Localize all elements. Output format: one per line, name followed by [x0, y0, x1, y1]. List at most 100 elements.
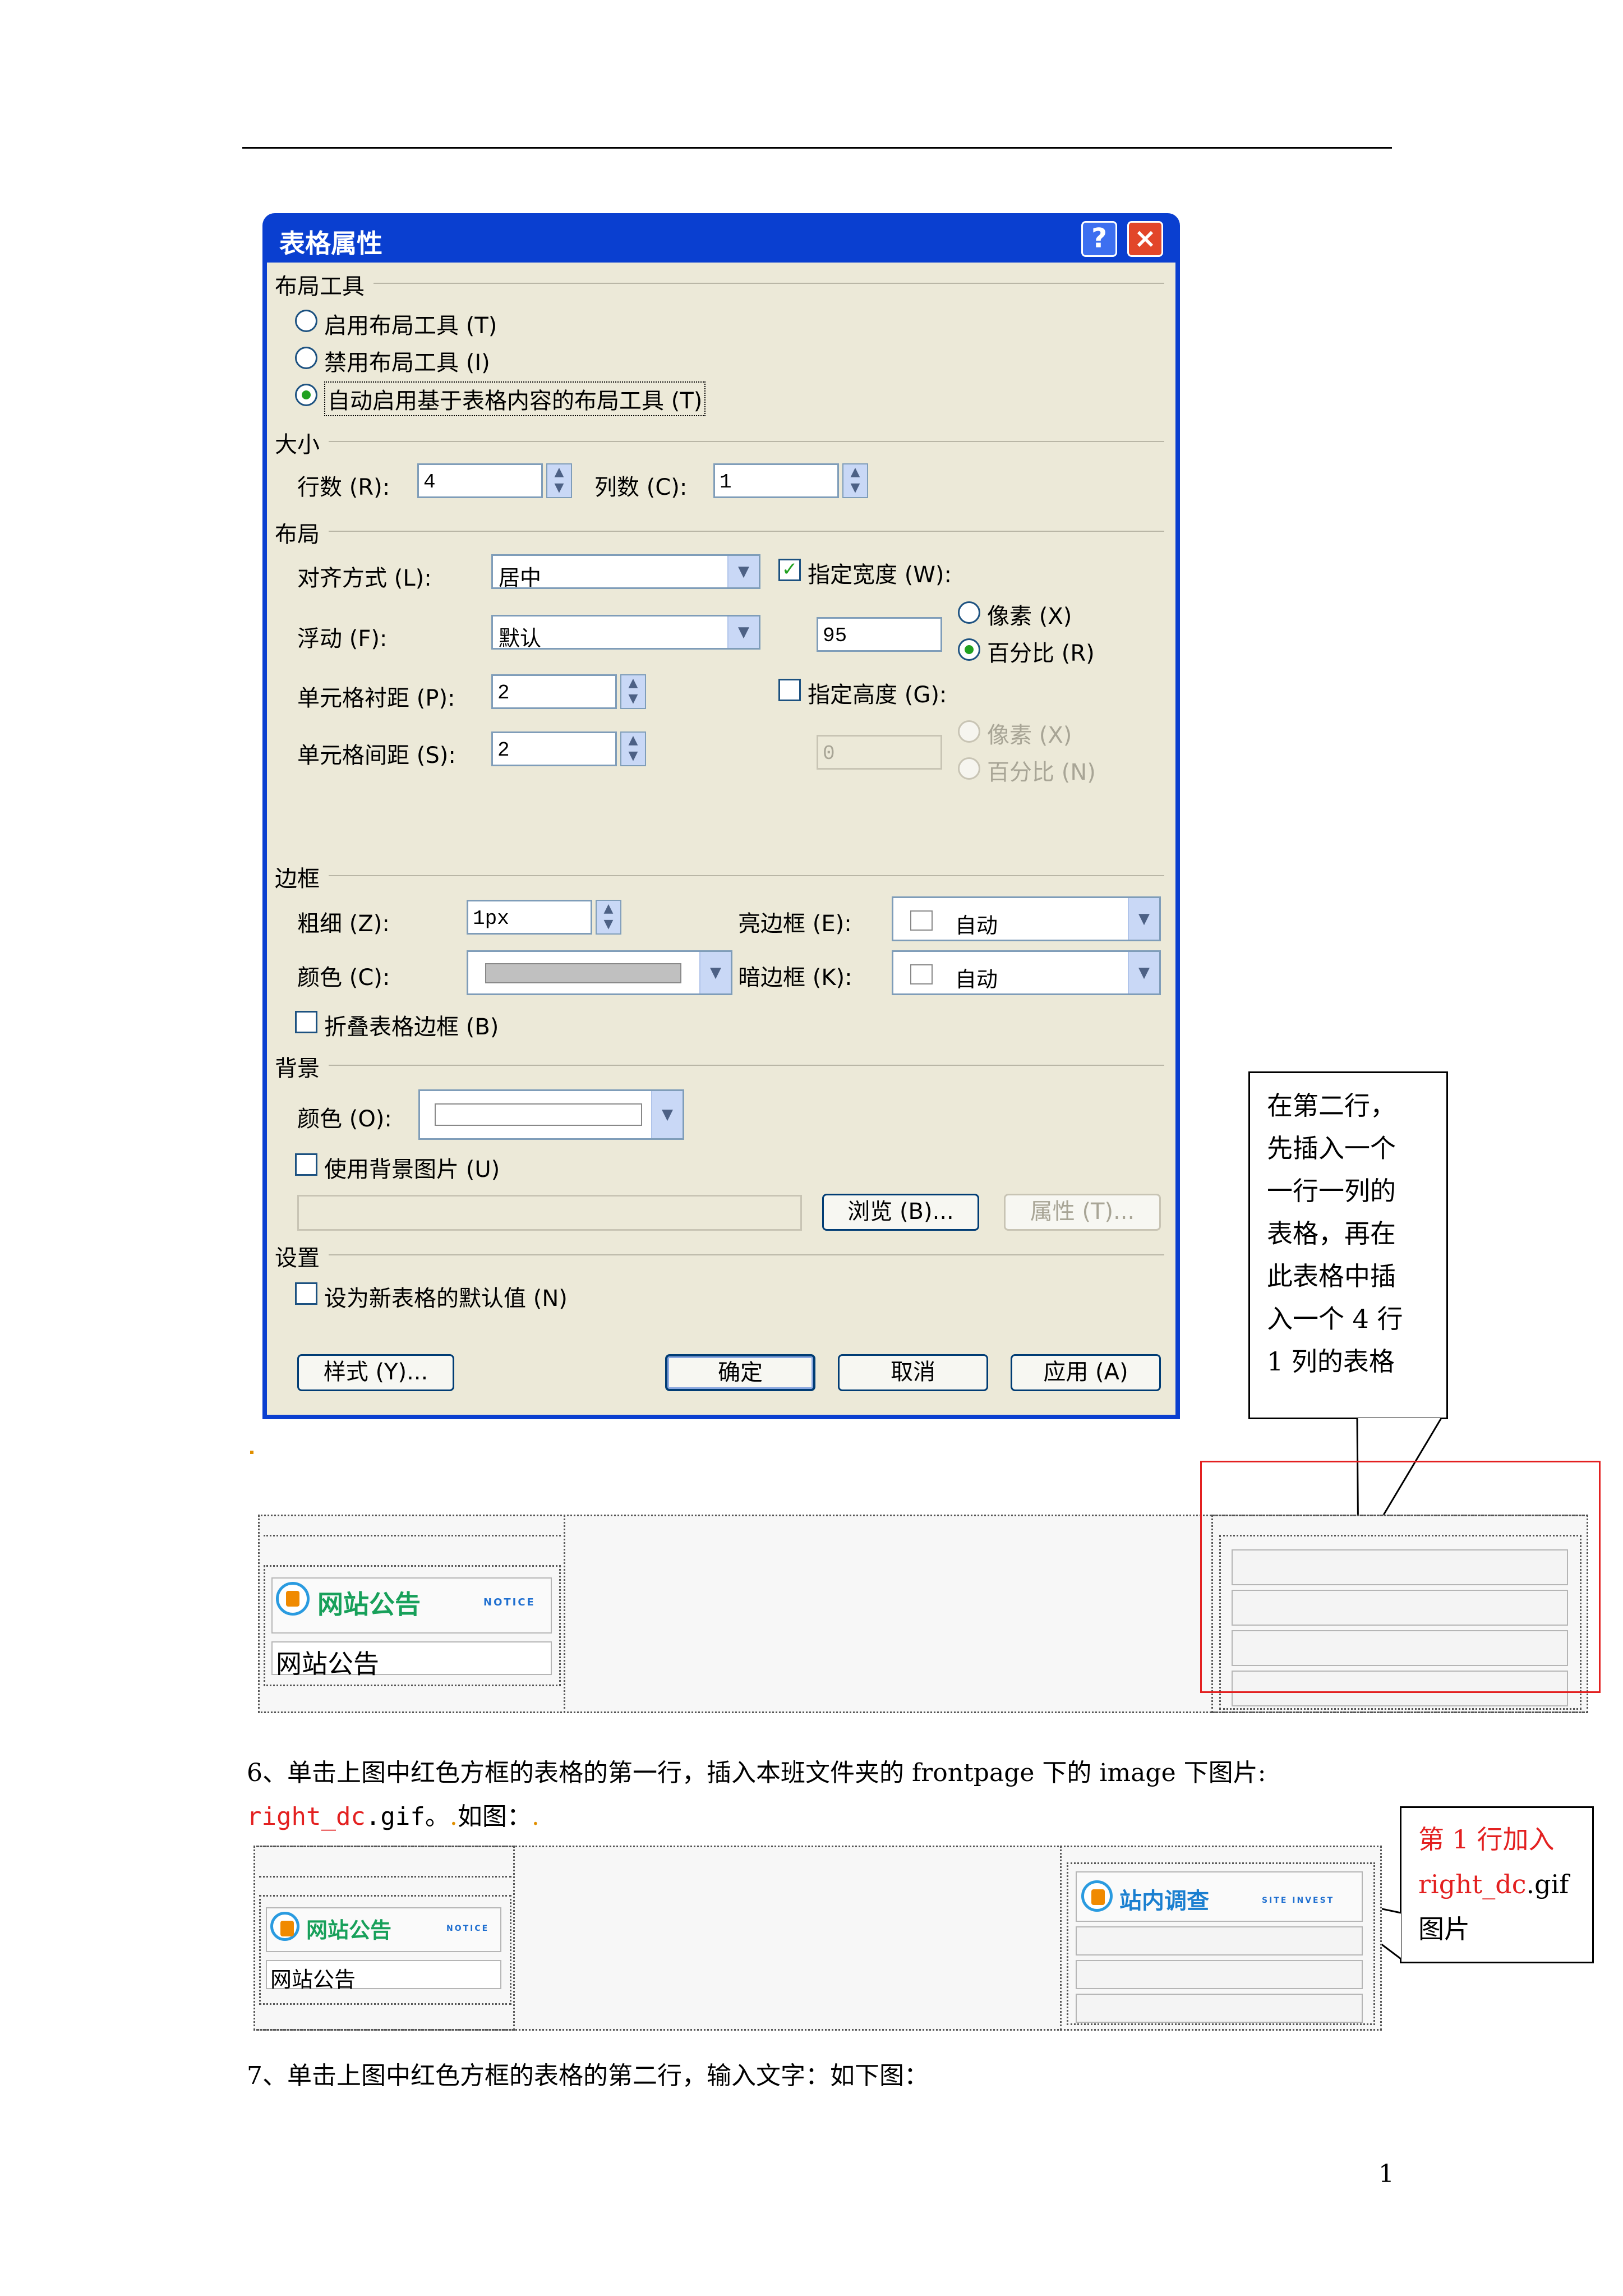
divider: [374, 283, 1164, 284]
radio-auto-layout[interactable]: [295, 384, 317, 406]
bg-color-select[interactable]: ▼: [418, 1089, 684, 1140]
close-button[interactable]: ×: [1127, 221, 1163, 257]
light-border-select[interactable]: 自动 ▼: [892, 896, 1161, 941]
height-unit-percent-radio: [958, 757, 980, 780]
cancel-button[interactable]: 取消: [838, 1354, 988, 1391]
section-layout-tools: 布局工具: [275, 274, 365, 300]
float-select[interactable]: 默认 ▼: [491, 615, 760, 651]
callout-line: 1 列的表格: [1267, 1346, 1395, 1377]
survey-banner: 站内调查 SITE INVEST: [1076, 1871, 1363, 1922]
cols-input[interactable]: 1: [713, 463, 839, 498]
divider: [329, 531, 1164, 532]
callout2-line1: 第 1 行加入: [1418, 1824, 1555, 1855]
nested2-row-4: [1076, 1994, 1363, 2023]
spacing-label: 单元格间距 (S):: [297, 743, 456, 769]
notice-banner-2-small: NOTICE: [446, 1924, 490, 1933]
rows-spinner[interactable]: ▲ ▼: [546, 463, 572, 498]
section-size: 大小: [275, 432, 320, 458]
notice-banner: 网站公告 NOTICE: [271, 1577, 552, 1634]
help-button[interactable]: ?: [1081, 221, 1117, 257]
divider: [329, 441, 1164, 442]
border-color-select[interactable]: ▼: [467, 950, 732, 995]
callout-line: 先插入一个: [1267, 1133, 1396, 1163]
border-size-input[interactable]: 1px: [467, 900, 592, 935]
dark-border-value: 自动: [955, 967, 998, 992]
dialog-titlebar: 表格属性 ? ×: [267, 213, 1175, 263]
radio-auto-layout-label: 自动启用基于表格内容的布局工具 (T): [324, 381, 706, 416]
callout2-line3: 图片: [1418, 1914, 1470, 1944]
notice-cell-2: 网站公告: [266, 1960, 501, 1992]
radio-enable-layout-label: 启用布局工具 (T): [324, 313, 497, 339]
align-value: 居中: [499, 565, 542, 590]
callout-line: 在第二行，: [1267, 1091, 1396, 1121]
height-input: 0: [817, 735, 942, 770]
nested2-row-3: [1076, 1960, 1363, 1989]
light-border-label: 亮边框 (E):: [738, 911, 852, 937]
border-color-label: 颜色 (C):: [297, 965, 390, 991]
callout2-filename: right_dc: [1418, 1869, 1527, 1899]
notice-banner-small: NOTICE: [483, 1596, 536, 1608]
width-check-label: 指定宽度 (W):: [808, 562, 952, 588]
browse-button[interactable]: 浏览 (B)...: [822, 1194, 979, 1231]
page-number: 1: [1378, 2160, 1394, 2188]
border-size-spinner[interactable]: ▲ ▼: [596, 900, 621, 935]
collapse-border-checkbox[interactable]: ✓: [295, 1011, 317, 1033]
spacing-input[interactable]: 2: [491, 731, 617, 766]
cols-label: 列数 (C):: [594, 475, 688, 500]
width-input[interactable]: 95: [817, 617, 942, 652]
radio-enable-layout[interactable]: [295, 310, 317, 332]
cols-spinner[interactable]: ▲ ▼: [842, 463, 868, 498]
width-unit-percent-radio[interactable]: [958, 638, 980, 661]
nested2-row-2: [1076, 1926, 1363, 1955]
rows-input[interactable]: 4: [417, 463, 543, 498]
table-properties-dialog: 表格属性 ? × 布局工具 启用布局工具 (T) 禁用布局工具 (I) 自动启用…: [262, 213, 1180, 1419]
color-swatch: [435, 1103, 642, 1126]
apply-button[interactable]: 应用 (A): [1011, 1354, 1161, 1391]
divider: [329, 1065, 1164, 1066]
notice-banner-2-title: 网站公告: [306, 1918, 392, 1943]
width-unit-percent-label: 百分比 (R): [987, 641, 1095, 666]
dark-border-select[interactable]: 自动 ▼: [892, 950, 1161, 995]
chevron-down-icon: ▼: [1128, 898, 1159, 940]
section-settings: 设置: [275, 1245, 320, 1271]
callout2-ext: .gif: [1526, 1869, 1569, 1899]
dark-border-label: 暗边框 (K):: [738, 965, 852, 991]
width-checkbox[interactable]: ✓: [778, 559, 801, 581]
survey-banner-title: 站内调查: [1119, 1888, 1209, 1914]
step7-text: 7、单击上图中红色方框的表格的第二行，输入文字：如下图：: [247, 2062, 929, 2090]
align-select[interactable]: 居中 ▼: [491, 554, 760, 590]
notice-icon: [276, 1582, 310, 1616]
height-unit-pixels-label: 像素 (X): [987, 723, 1072, 748]
callout-line: 此表格中插: [1267, 1261, 1396, 1291]
color-swatch: [910, 964, 933, 984]
use-bg-image-label: 使用背景图片 (U): [324, 1157, 500, 1182]
padding-spinner[interactable]: ▲ ▼: [620, 674, 646, 709]
style-button[interactable]: 样式 (Y)...: [297, 1354, 454, 1391]
callout-line: 表格，再在: [1267, 1218, 1396, 1249]
use-bg-image-checkbox[interactable]: ✓: [295, 1153, 317, 1176]
float-label: 浮动 (F):: [297, 626, 388, 652]
callout-add-image: 第 1 行加入 right_dc.gif 图片: [1400, 1806, 1594, 1963]
width-unit-pixels-radio[interactable]: [958, 601, 980, 624]
padding-input[interactable]: 2: [491, 674, 617, 709]
set-default-checkbox[interactable]: ✓: [295, 1282, 317, 1305]
callout-line: 一行一列的: [1267, 1176, 1396, 1206]
step6-line2: right_dc.gif。.如图：.: [247, 1796, 540, 1832]
height-checkbox[interactable]: ✓: [778, 679, 801, 701]
divider: [329, 1254, 1164, 1255]
step6-line1: 6、单击上图中红色方框的表格的第一行，插入本班文件夹的 frontpage 下的…: [247, 1759, 1266, 1787]
chevron-down-icon: ▼: [651, 1091, 683, 1138]
notice-banner-title: 网站公告: [317, 1589, 421, 1619]
row-divider: [264, 1535, 561, 1536]
chevron-down-icon: ▼: [727, 556, 759, 587]
dialog-title: 表格属性: [279, 228, 382, 259]
header-rule: [242, 147, 1392, 149]
float-value: 默认: [499, 626, 542, 651]
height-check-label: 指定高度 (G):: [808, 682, 947, 708]
ok-button[interactable]: 确定: [665, 1354, 815, 1391]
spacing-spinner[interactable]: ▲ ▼: [620, 731, 646, 766]
divider: [329, 875, 1164, 876]
step6-mark: .: [449, 1802, 458, 1831]
radio-disable-layout[interactable]: [295, 347, 317, 369]
properties-button: 属性 (T)...: [1004, 1194, 1161, 1231]
